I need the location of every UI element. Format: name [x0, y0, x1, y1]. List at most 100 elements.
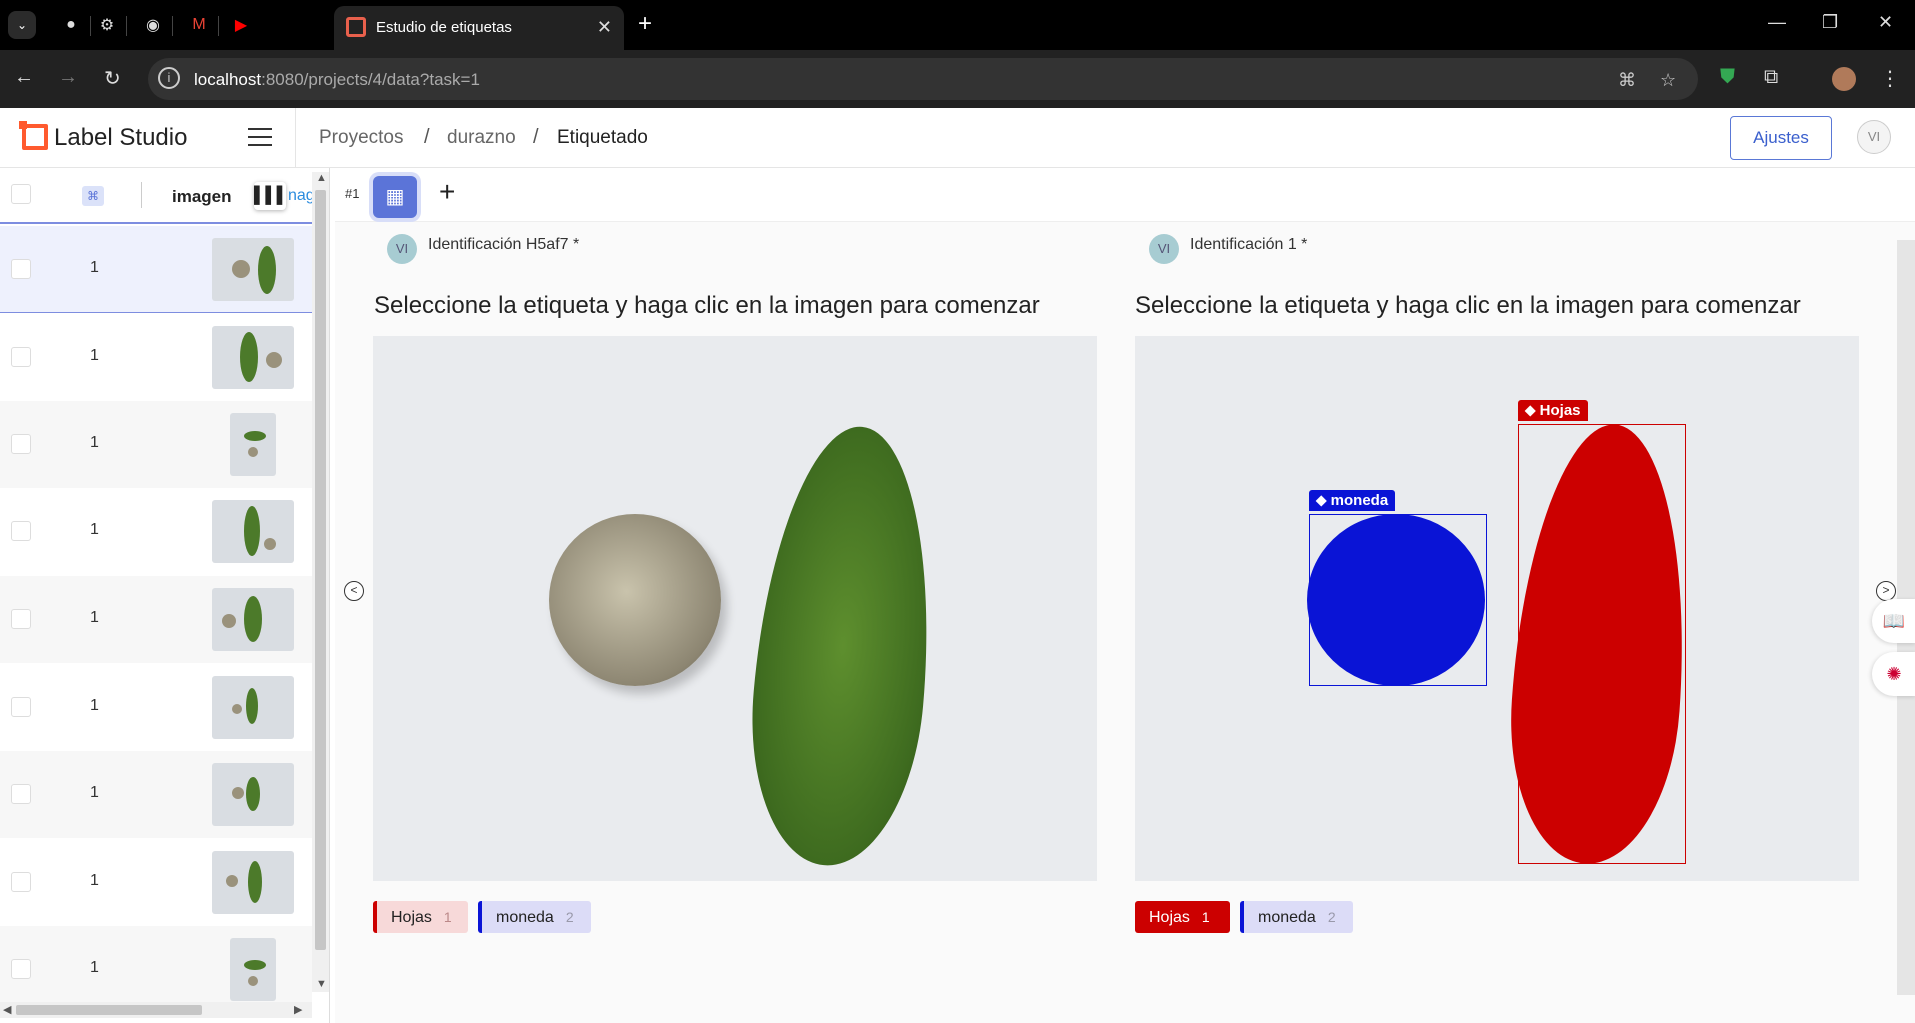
table-vertical-scrollbar[interactable]: ▲ ▼: [312, 172, 329, 992]
site-info-icon[interactable]: i: [158, 67, 180, 89]
label-chip-moneda[interactable]: moneda 2: [1240, 901, 1353, 933]
task-id: #1: [345, 186, 360, 201]
add-annotation-button[interactable]: +: [439, 176, 455, 208]
label-chip-hojas[interactable]: Hojas 1: [373, 901, 468, 933]
browser-menu-icon[interactable]: ⋮: [1880, 66, 1900, 91]
user-avatar[interactable]: VI: [1857, 120, 1891, 154]
browser-tab-bar: ⌄ ● ⚙ ◉ M ▶ Estudio de etiquetas ✕ + — ❐…: [0, 0, 1915, 50]
columns-toggle-icon[interactable]: ▌▌▌: [254, 182, 288, 210]
tab-active[interactable]: Estudio de etiquetas ✕: [334, 6, 624, 50]
settings-button[interactable]: Ajustes: [1730, 116, 1832, 160]
next-annotation-icon[interactable]: >: [1876, 581, 1896, 601]
close-tab-icon[interactable]: ✕: [597, 17, 612, 38]
app-header: Label Studio Proyectos / durazno / Etiqu…: [0, 108, 1915, 168]
tab-divider: [218, 16, 219, 36]
restore-icon[interactable]: ❐: [1822, 12, 1838, 33]
guide-book-icon[interactable]: 📖: [1872, 599, 1915, 643]
bbox-moneda[interactable]: [1309, 514, 1487, 686]
row-thumbnail: [212, 851, 294, 914]
labeling-instruction: Seleccione la etiqueta y haga clic en la…: [1135, 292, 1801, 319]
window-close-icon[interactable]: ✕: [1878, 12, 1893, 33]
table-row[interactable]: 1: [0, 488, 312, 575]
coin-in-image: [549, 514, 721, 686]
label-chip-moneda[interactable]: moneda 2: [478, 901, 591, 933]
row-checkbox[interactable]: [11, 609, 31, 629]
address-bar[interactable]: i localhost:8080/projects/4/data?task=1 …: [148, 58, 1698, 100]
shield-extension-icon[interactable]: ⛊: [1720, 66, 1735, 89]
label-chip-hojas-selected[interactable]: Hojas 1: [1135, 901, 1230, 933]
gmail-tab-icon[interactable]: M: [186, 12, 212, 38]
row-checkbox[interactable]: [11, 521, 31, 541]
ai-brain-icon[interactable]: ✺: [1872, 652, 1915, 696]
github-tab-icon[interactable]: ●: [58, 12, 84, 38]
forward-icon[interactable]: →: [58, 66, 78, 89]
table-row[interactable]: 1: [0, 401, 312, 488]
table-row[interactable]: 1: [0, 664, 312, 751]
annotation-title[interactable]: Identificación 1 *: [1190, 236, 1307, 254]
table-row[interactable]: 1: [0, 926, 312, 1013]
table-row[interactable]: 1: [0, 226, 312, 313]
tab-divider: [172, 16, 173, 36]
minimize-icon[interactable]: —: [1768, 12, 1786, 33]
row-checkbox[interactable]: [11, 259, 31, 279]
scroll-right-icon[interactable]: ▶: [294, 1003, 302, 1016]
breadcrumb-current: Etiquetado: [557, 127, 648, 148]
row-thumbnail: [212, 326, 294, 389]
table-row[interactable]: 1: [0, 576, 312, 663]
column-header-truncated[interactable]: nag: [288, 187, 315, 205]
tab-title: Estudio de etiquetas: [376, 19, 512, 36]
extensions-puzzle-icon[interactable]: ⧉: [1764, 66, 1778, 89]
app-tab-icon[interactable]: ◉: [140, 12, 166, 38]
grid-view-icon[interactable]: ▦: [373, 176, 417, 218]
labeling-instruction: Seleccione la etiqueta y haga clic en la…: [374, 292, 1040, 319]
row-checkbox[interactable]: [11, 959, 31, 979]
annotation-title[interactable]: Identificación H5af7 *: [428, 236, 579, 254]
scroll-up-icon[interactable]: ▲: [316, 172, 327, 184]
scroll-down-icon[interactable]: ▼: [316, 978, 327, 990]
row-checkbox[interactable]: [11, 347, 31, 367]
row-checkbox[interactable]: [11, 697, 31, 717]
breadcrumb-project[interactable]: durazno: [447, 127, 516, 149]
profile-avatar[interactable]: [1832, 67, 1856, 91]
openai-tab-icon[interactable]: ⚙: [94, 12, 120, 38]
table-row[interactable]: 1: [0, 314, 312, 401]
scroll-left-icon[interactable]: ◀: [3, 1003, 11, 1016]
bookmark-star-icon[interactable]: ☆: [1660, 70, 1676, 91]
reload-icon[interactable]: ↻: [104, 66, 121, 91]
scrollbar-thumb[interactable]: [315, 190, 326, 950]
task-table: ⌘ imagen ▌▌▌ nag 1 1 1 1 1 1 1 1 1 ▲ ▼ ◀…: [0, 168, 330, 1023]
region-tag-moneda[interactable]: ⬥ moneda: [1309, 490, 1396, 511]
breadcrumb-separator: /: [424, 126, 430, 148]
back-icon[interactable]: ←: [14, 66, 34, 89]
row-thumbnail: [212, 500, 294, 563]
table-row[interactable]: 1: [0, 751, 312, 838]
region-tag-hojas[interactable]: ⬥ Hojas: [1518, 400, 1588, 421]
table-row[interactable]: 1: [0, 839, 312, 926]
row-thumbnail: [212, 763, 294, 826]
row-thumbnail: [212, 588, 294, 651]
row-annotation-count: 1: [90, 697, 99, 714]
bbox-hojas[interactable]: [1518, 424, 1686, 864]
row-annotation-count: 1: [90, 521, 99, 538]
table-horizontal-scrollbar[interactable]: ◀ ▶: [0, 1002, 312, 1018]
column-header-image[interactable]: imagen: [172, 187, 232, 207]
row-checkbox[interactable]: [11, 872, 31, 892]
table-header: ⌘ imagen ▌▌▌ nag: [0, 168, 315, 224]
youtube-tab-icon[interactable]: ▶: [228, 12, 254, 38]
breadcrumb-projects[interactable]: Proyectos: [319, 127, 403, 149]
scrollbar-thumb[interactable]: [16, 1005, 202, 1015]
app-logo[interactable]: Label Studio: [54, 124, 187, 152]
row-checkbox[interactable]: [11, 784, 31, 804]
task-image-right[interactable]: ⬥ moneda ⬥ Hojas: [1135, 336, 1859, 881]
translate-icon[interactable]: ⌘: [1618, 70, 1636, 91]
tab-search-icon[interactable]: ⌄: [8, 11, 36, 39]
select-all-checkbox[interactable]: [11, 184, 31, 204]
task-image-left[interactable]: [373, 336, 1097, 881]
label-studio-favicon-icon: [346, 17, 366, 37]
new-tab-button[interactable]: +: [638, 10, 652, 38]
row-checkbox[interactable]: [11, 434, 31, 454]
annotator-avatar: VI: [387, 234, 417, 264]
hamburger-menu-icon[interactable]: [248, 128, 272, 146]
prev-annotation-icon[interactable]: <: [344, 581, 364, 601]
row-annotation-count: 1: [90, 259, 99, 276]
